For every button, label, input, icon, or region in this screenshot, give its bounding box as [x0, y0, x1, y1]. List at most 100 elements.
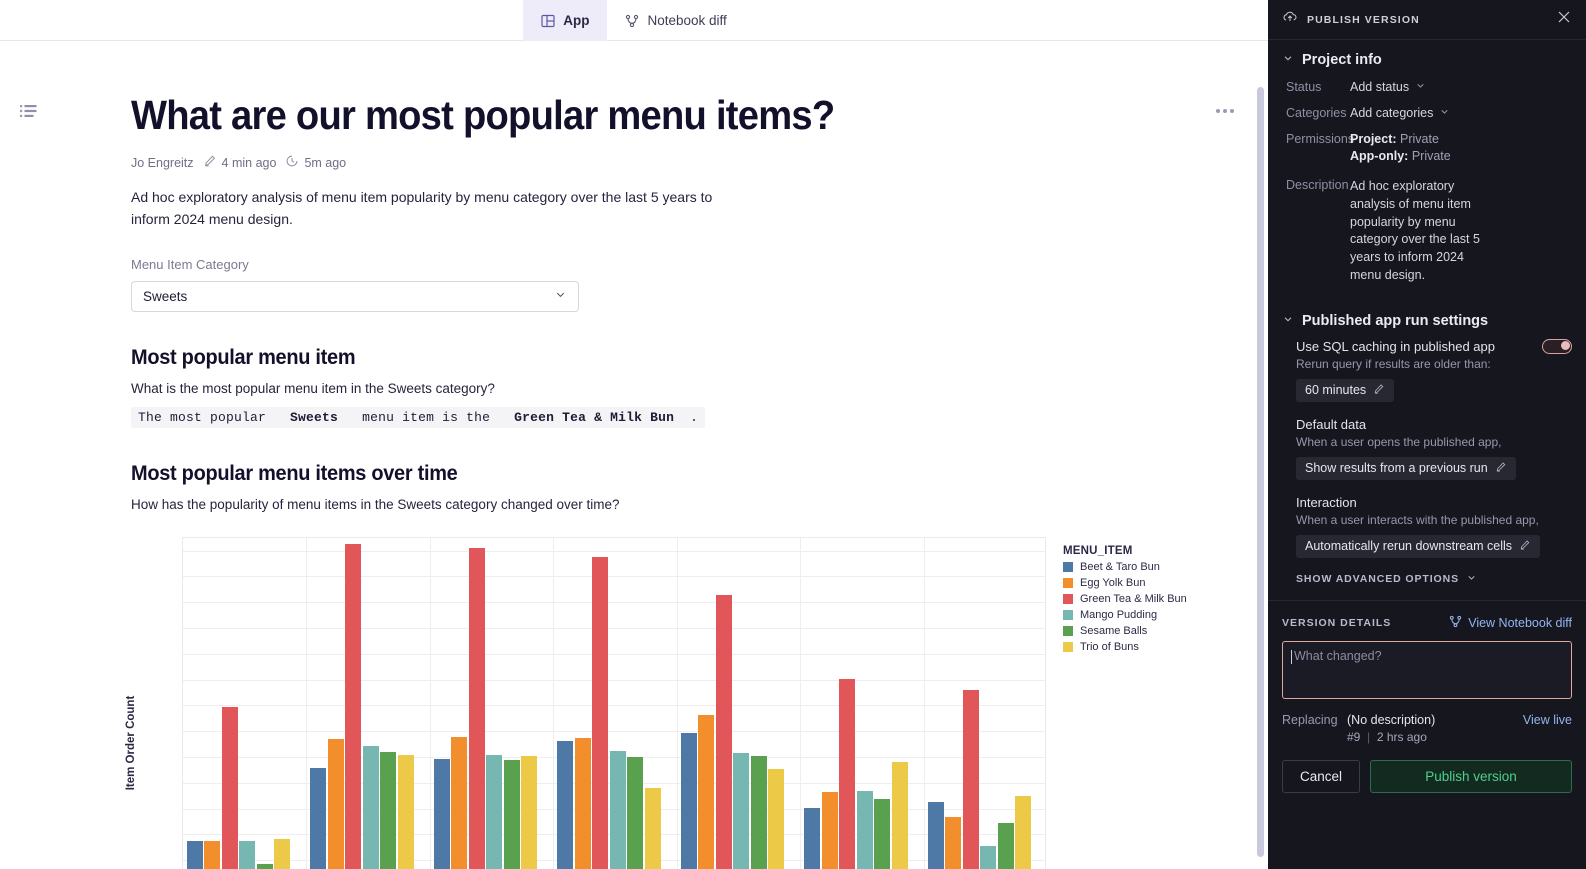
chart-bar[interactable]	[1015, 796, 1032, 869]
chart-gridline	[183, 576, 1045, 578]
chart-bar[interactable]	[644, 788, 661, 869]
categories-dropdown[interactable]: Add categories	[1350, 106, 1450, 120]
chart-bar[interactable]	[256, 864, 273, 869]
legend-color-swatch	[1063, 593, 1073, 604]
chart-legend-item[interactable]: Mango Pudding	[1063, 609, 1223, 621]
tab-notebook-diff[interactable]: Notebook diff	[607, 0, 744, 41]
chart-bar[interactable]	[962, 690, 979, 869]
chart-bar[interactable]	[804, 807, 821, 869]
permissions-app-key: App-only:	[1350, 149, 1409, 163]
page-title: What are our most popular menu items?	[131, 92, 835, 138]
run-settings-section-header[interactable]: Published app run settings	[1268, 301, 1586, 329]
chart-legend: MENU_ITEM Beet & Taro Bun Egg Yolk Bun Gre…	[1063, 545, 1223, 653]
chart-bar[interactable]	[574, 737, 591, 869]
rerun-interval-chip[interactable]: 60 minutes	[1296, 378, 1395, 402]
description-value: Ad hoc exploratory analysis of menu item…	[1350, 179, 1480, 282]
view-notebook-diff-link[interactable]: View Notebook diff	[1449, 615, 1572, 631]
chart-bar[interactable]	[362, 745, 379, 869]
interaction-chip[interactable]: Automatically rerun downstream cells	[1296, 534, 1541, 558]
chart-bar[interactable]	[750, 756, 767, 869]
chart-bar[interactable]	[274, 838, 291, 869]
chart-legend-item[interactable]: Green Tea & Milk Bun	[1063, 593, 1223, 605]
chart-bar[interactable]	[945, 816, 962, 869]
chart-bar[interactable]	[680, 732, 697, 869]
view-notebook-diff-label: View Notebook diff	[1468, 615, 1572, 630]
version-description-input[interactable]: What changed?	[1282, 640, 1572, 699]
view-live-link[interactable]: View live	[1523, 713, 1572, 727]
chart-bar[interactable]	[503, 759, 520, 869]
chart-gridline	[430, 537, 431, 869]
chart-bar[interactable]	[397, 754, 414, 869]
chart-y-axis-title: Item Order Count	[125, 695, 137, 790]
chart-bar[interactable]	[239, 841, 256, 869]
categories-label: Categories	[1286, 106, 1347, 120]
chart-legend-item[interactable]: Egg Yolk Bun	[1063, 577, 1223, 589]
chart-legend-item[interactable]: Beet & Taro Bun	[1063, 561, 1223, 573]
rerun-interval-value: 60 minutes	[1305, 383, 1367, 397]
legend-label: Green Tea & Milk Bun	[1080, 592, 1187, 605]
chart-bar[interactable]	[433, 758, 450, 869]
chart-bar[interactable]	[627, 757, 644, 869]
chevron-down-icon	[554, 288, 567, 304]
chart-bar[interactable]	[468, 548, 485, 869]
chart-bar[interactable]	[891, 762, 908, 869]
chart-bar[interactable]	[997, 823, 1014, 869]
pencil-icon	[1373, 383, 1385, 398]
chart-bar[interactable]	[327, 739, 344, 869]
show-advanced-options-button[interactable]: SHOW ADVANCED OPTIONS	[1296, 572, 1572, 586]
default-data-label: Default data	[1296, 416, 1367, 432]
chart-bar[interactable]	[698, 714, 715, 869]
replacing-row: Replacing (No description) #9 | 2 hrs ag…	[1282, 713, 1572, 744]
project-info-section-header[interactable]: Project info	[1268, 40, 1586, 68]
chart-bar[interactable]	[768, 768, 785, 869]
cancel-button[interactable]: Cancel	[1282, 759, 1361, 793]
publish-version-button[interactable]: Publish version	[1370, 759, 1572, 793]
chart-bar[interactable]	[839, 678, 856, 869]
default-data-chip[interactable]: Show results from a previous run	[1296, 456, 1516, 480]
panel-action-buttons: Cancel Publish version	[1282, 759, 1572, 793]
status-dropdown[interactable]: Add status	[1350, 80, 1426, 94]
chart-bar[interactable]	[345, 544, 362, 869]
section-heading-2: Most popular menu items over time	[131, 461, 458, 485]
panel-title: PUBLISH VERSION	[1307, 13, 1420, 26]
categories-value: Add categories	[1350, 106, 1434, 120]
pencil-icon	[203, 154, 217, 171]
chart-bar[interactable]	[221, 706, 238, 869]
chart-bar[interactable]	[609, 750, 626, 869]
result-code-line: The most popular Sweets menu item is the…	[131, 406, 706, 428]
chart-bar[interactable]	[557, 740, 574, 869]
legend-color-swatch	[1063, 625, 1073, 636]
sql-cache-toggle[interactable]	[1542, 338, 1572, 354]
chart-bar[interactable]	[874, 798, 891, 869]
tab-app[interactable]: App	[523, 0, 608, 41]
chart-bar[interactable]	[715, 594, 732, 869]
chart-legend-item[interactable]: Sesame Balls	[1063, 625, 1223, 637]
chart-bar[interactable]	[980, 846, 997, 869]
chart-legend-item[interactable]: Trio of Buns	[1063, 641, 1223, 653]
version-details-section: VERSION DETAILS View Notebook diff What …	[1268, 601, 1586, 807]
chart-bar[interactable]	[310, 767, 327, 869]
chart-bar[interactable]	[486, 754, 503, 869]
show-advanced-options-label: SHOW ADVANCED OPTIONS	[1296, 572, 1459, 585]
more-options-icon[interactable]	[1216, 109, 1234, 113]
chart-bar[interactable]	[380, 752, 397, 869]
publish-cloud-icon	[1282, 9, 1298, 30]
last-edited: 4 min ago	[203, 154, 276, 171]
chart-bar[interactable]	[927, 802, 944, 869]
menu-category-select[interactable]: Sweets	[131, 280, 579, 312]
close-icon[interactable]	[1556, 9, 1572, 30]
chart-bar[interactable]	[592, 557, 609, 869]
chart-bar[interactable]	[821, 792, 838, 869]
replacing-label: Replacing	[1282, 712, 1338, 727]
chart-bar[interactable]	[733, 753, 750, 869]
run-settings-body: Use SQL caching in published app Rerun q…	[1268, 338, 1586, 586]
chart-bar[interactable]	[186, 841, 203, 869]
rerun-hint: Rerun query if results are older than:	[1296, 356, 1491, 371]
chart-bar[interactable]	[521, 756, 538, 869]
chart-bar[interactable]	[451, 736, 468, 869]
outline-toggle-icon[interactable]	[20, 104, 37, 123]
chart-bar[interactable]	[204, 841, 221, 869]
vertical-scrollbar[interactable]	[1257, 87, 1264, 857]
menu-category-label: Menu Item Category	[131, 256, 249, 272]
chart-bar[interactable]	[856, 790, 873, 869]
